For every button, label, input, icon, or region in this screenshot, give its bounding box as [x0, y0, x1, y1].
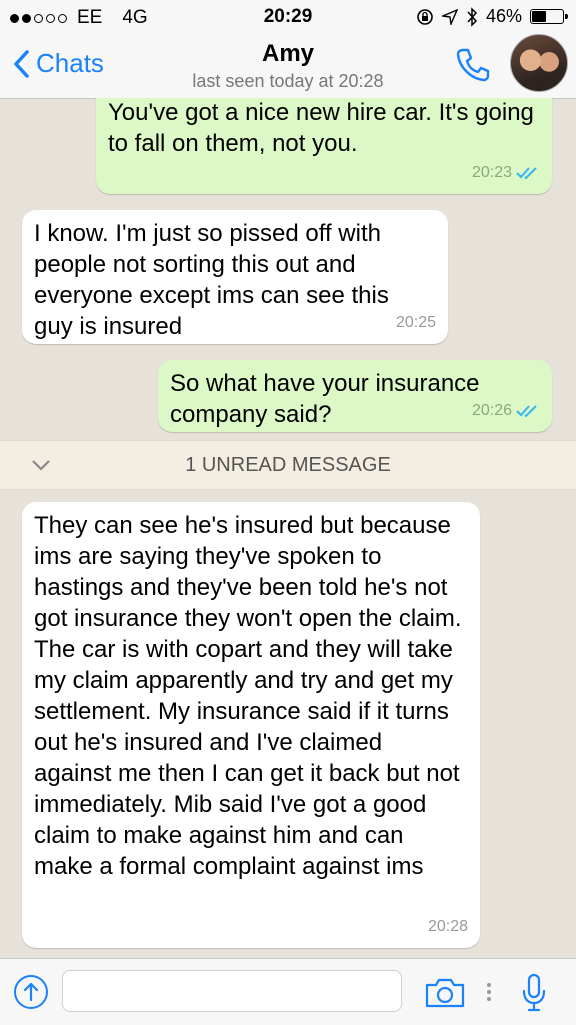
double-check-icon [516, 404, 537, 417]
phone-call-icon[interactable] [454, 46, 492, 84]
message-meta: 20:28 [428, 911, 468, 942]
message-bubble-outgoing[interactable]: So what have your insurance company said… [158, 360, 552, 432]
message-text: Just wait until Friday to speak to him. … [108, 99, 534, 157]
location-icon [441, 8, 458, 25]
contact-avatar[interactable] [510, 34, 568, 92]
double-check-icon [516, 166, 537, 179]
message-time: 20:26 [471, 402, 512, 419]
rotation-lock-icon [417, 8, 433, 25]
status-right: 46% [416, 6, 568, 27]
battery-icon [530, 9, 568, 24]
microphone-icon[interactable] [521, 973, 547, 1013]
message-bubble-incoming[interactable]: They can see he's insured but because im… [22, 502, 480, 948]
chevron-down-icon[interactable] [30, 455, 52, 475]
message-meta: 20:25 [396, 307, 436, 338]
message-text: I know. I'm just so pissed off with peop… [34, 220, 389, 340]
status-bar: EE 4G 20:29 46% [0, 0, 576, 34]
message-input[interactable] [62, 970, 402, 1012]
bluetooth-icon [467, 6, 477, 27]
message-meta: 20:26 [472, 395, 540, 426]
camera-icon[interactable] [424, 977, 466, 1009]
composer-bar [0, 958, 576, 1025]
message-time: 20:23 [471, 164, 512, 181]
unread-messages-banner: 1 UNREAD MESSAGE [0, 440, 576, 490]
message-time: 20:25 [395, 314, 436, 331]
message-text: They can see he's insured but because im… [34, 512, 462, 880]
message-bubble-outgoing[interactable]: Just wait until Friday to speak to him. … [96, 98, 552, 194]
chat-header: Chats Amy last seen today at 20:28 [0, 34, 576, 99]
message-bubble-incoming[interactable]: I know. I'm just so pissed off with peop… [22, 210, 448, 344]
share-upload-icon[interactable] [13, 974, 49, 1010]
more-dots-icon[interactable] [485, 981, 493, 1003]
unread-label: 1 UNREAD MESSAGE [185, 454, 391, 476]
message-meta: 20:23 [472, 157, 540, 188]
message-list[interactable]: Just wait until Friday to speak to him. … [0, 98, 576, 958]
message-time: 20:28 [427, 918, 468, 935]
battery-percent: 46% [485, 6, 522, 26]
